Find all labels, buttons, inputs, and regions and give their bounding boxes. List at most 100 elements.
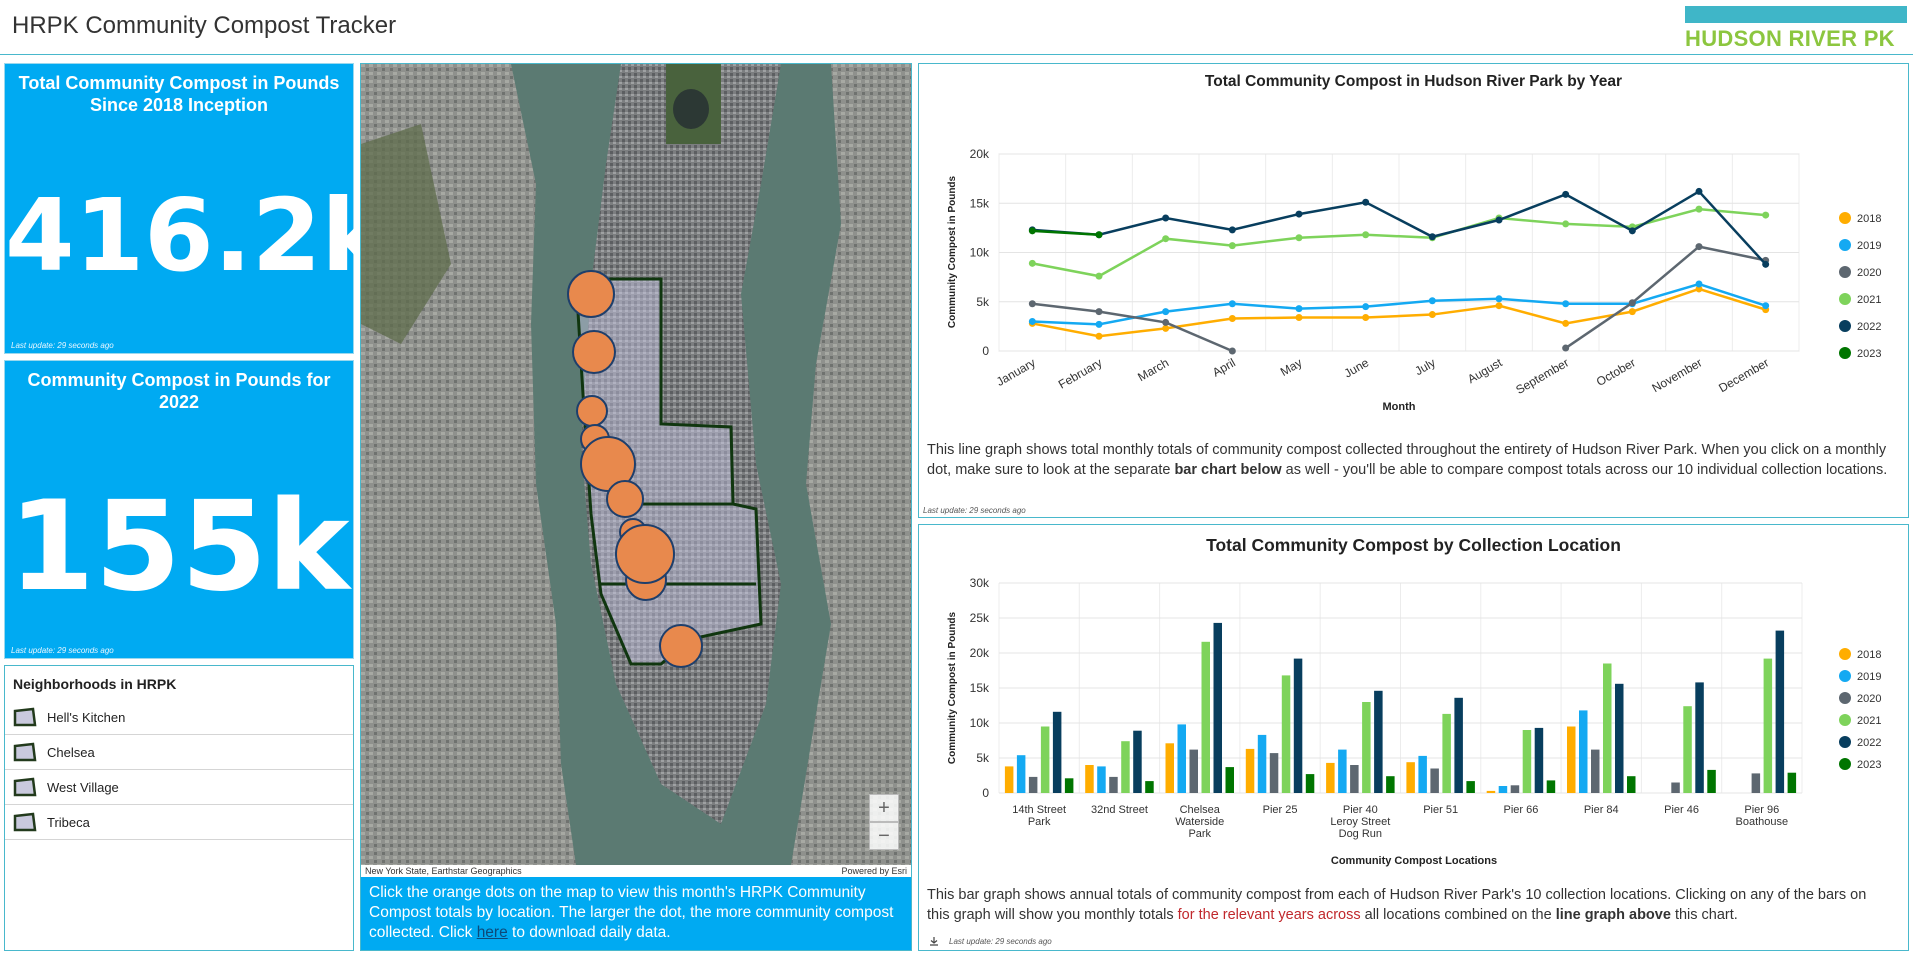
legend-marker-2023[interactable] bbox=[1839, 758, 1851, 770]
hudson-river-park-logo[interactable]: HUDSON RIVER PK bbox=[1685, 6, 1907, 51]
data-point-2022[interactable] bbox=[1495, 216, 1503, 224]
bar-2022[interactable] bbox=[1293, 658, 1303, 793]
neighborhood-item-west-village[interactable]: West Village bbox=[5, 770, 353, 805]
bar-2021[interactable] bbox=[1522, 730, 1532, 793]
zoom-in-button[interactable]: + bbox=[869, 794, 899, 822]
satellite-map[interactable] bbox=[361, 64, 911, 865]
bar-2019[interactable] bbox=[1257, 734, 1267, 793]
bar-2018[interactable] bbox=[1406, 762, 1415, 793]
bar-2018[interactable] bbox=[1326, 762, 1335, 793]
bar-2022[interactable] bbox=[1213, 622, 1223, 793]
bar-2022[interactable] bbox=[1133, 730, 1142, 793]
data-point-2018[interactable] bbox=[1628, 308, 1636, 316]
data-point-2022[interactable] bbox=[1562, 190, 1570, 198]
compost-marker[interactable] bbox=[567, 270, 615, 318]
compost-marker[interactable] bbox=[615, 524, 675, 584]
bar-2021[interactable] bbox=[1201, 641, 1211, 793]
data-point-2021[interactable] bbox=[1028, 259, 1036, 267]
data-point-2022[interactable] bbox=[1695, 187, 1703, 195]
bar-2022[interactable] bbox=[1454, 697, 1463, 793]
bar-2018[interactable] bbox=[1165, 743, 1175, 793]
data-point-2023[interactable] bbox=[1028, 227, 1036, 235]
data-point-2020[interactable] bbox=[1562, 344, 1570, 352]
data-point-2019[interactable] bbox=[1028, 317, 1036, 325]
data-point-2018[interactable] bbox=[1095, 332, 1103, 340]
data-point-2022[interactable] bbox=[1762, 260, 1770, 268]
data-point-2020[interactable] bbox=[1695, 243, 1703, 251]
data-point-2021[interactable] bbox=[1095, 272, 1103, 280]
bar-2019[interactable] bbox=[1498, 786, 1508, 793]
bar-2019[interactable] bbox=[1579, 710, 1588, 793]
bar-2020[interactable] bbox=[1591, 749, 1600, 793]
bar-2021[interactable] bbox=[1683, 706, 1692, 793]
bar-2020[interactable] bbox=[1109, 776, 1118, 793]
legend-marker-2022[interactable] bbox=[1839, 736, 1851, 748]
bar-2020[interactable] bbox=[1430, 768, 1439, 794]
data-point-2019[interactable] bbox=[1295, 305, 1303, 313]
bar-2023[interactable] bbox=[1787, 772, 1797, 793]
bar-2021[interactable] bbox=[1281, 675, 1291, 793]
data-point-2020[interactable] bbox=[1628, 299, 1636, 307]
bar-2023[interactable] bbox=[1466, 781, 1475, 793]
bar-2018[interactable] bbox=[1567, 726, 1576, 794]
legend-marker-2019[interactable] bbox=[1839, 239, 1851, 251]
data-point-2021[interactable] bbox=[1228, 242, 1236, 250]
bar-2022[interactable] bbox=[1775, 630, 1785, 793]
data-point-2021[interactable] bbox=[1562, 220, 1570, 228]
compost-marker[interactable] bbox=[572, 330, 616, 374]
bar-2020[interactable] bbox=[1028, 776, 1038, 793]
legend-marker-2018[interactable] bbox=[1839, 648, 1851, 660]
data-point-2018[interactable] bbox=[1362, 314, 1370, 322]
legend-marker-2020[interactable] bbox=[1839, 266, 1851, 278]
bar-2019[interactable] bbox=[1016, 755, 1026, 793]
bar-2019[interactable] bbox=[1177, 724, 1187, 793]
attribution-esri[interactable]: Powered by Esri bbox=[841, 866, 907, 876]
bar-2022[interactable] bbox=[1052, 711, 1062, 793]
data-point-2022[interactable] bbox=[1295, 210, 1303, 218]
bar-2018[interactable] bbox=[1245, 748, 1255, 793]
bar-2023[interactable] bbox=[1386, 776, 1395, 793]
bar-2021[interactable] bbox=[1121, 741, 1130, 793]
neighborhood-item-hells-kitchen[interactable]: Hell's Kitchen bbox=[5, 700, 353, 735]
bar-2023[interactable] bbox=[1627, 776, 1636, 793]
legend-marker-2019[interactable] bbox=[1839, 670, 1851, 682]
bar-2023[interactable] bbox=[1707, 769, 1716, 793]
bar-2021[interactable] bbox=[1040, 726, 1050, 794]
compost-marker[interactable] bbox=[659, 624, 703, 668]
bar-2023[interactable] bbox=[1064, 778, 1074, 793]
data-point-2020[interactable] bbox=[1028, 300, 1036, 308]
compost-marker[interactable] bbox=[576, 395, 608, 427]
bar-chart[interactable]: 05k10k15k20k25k30k14th StreetPark32nd St… bbox=[919, 525, 1908, 885]
compost-marker[interactable] bbox=[606, 480, 644, 518]
bar-2020[interactable] bbox=[1751, 773, 1761, 793]
bar-2018[interactable] bbox=[1085, 765, 1094, 793]
bar-2020[interactable] bbox=[1510, 785, 1520, 793]
data-point-2022[interactable] bbox=[1628, 227, 1636, 235]
data-point-2021[interactable] bbox=[1362, 231, 1370, 239]
data-point-2020[interactable] bbox=[1228, 347, 1236, 355]
data-point-2018[interactable] bbox=[1228, 314, 1236, 322]
data-point-2020[interactable] bbox=[1095, 308, 1103, 316]
neighborhood-item-tribeca[interactable]: Tribeca bbox=[5, 805, 353, 840]
bar-2021[interactable] bbox=[1362, 702, 1371, 793]
data-point-2022[interactable] bbox=[1428, 233, 1436, 241]
download-data-link[interactable]: here bbox=[477, 924, 508, 941]
bar-2020[interactable] bbox=[1269, 753, 1279, 793]
legend-marker-2020[interactable] bbox=[1839, 692, 1851, 704]
legend-marker-2018[interactable] bbox=[1839, 212, 1851, 224]
legend-marker-2023[interactable] bbox=[1839, 347, 1851, 359]
bar-2020[interactable] bbox=[1350, 765, 1359, 793]
bar-2019[interactable] bbox=[1338, 749, 1347, 793]
data-point-2021[interactable] bbox=[1295, 234, 1303, 242]
data-point-2019[interactable] bbox=[1362, 303, 1370, 311]
data-point-2019[interactable] bbox=[1762, 302, 1770, 310]
bar-2020[interactable] bbox=[1671, 782, 1680, 794]
legend-marker-2021[interactable] bbox=[1839, 293, 1851, 305]
bar-2022[interactable] bbox=[1695, 682, 1704, 793]
download-icon[interactable] bbox=[929, 936, 939, 946]
bar-2022[interactable] bbox=[1534, 727, 1544, 793]
data-point-2018[interactable] bbox=[1495, 302, 1503, 310]
neighborhood-item-chelsea[interactable]: Chelsea bbox=[5, 735, 353, 770]
bar-2023[interactable] bbox=[1546, 780, 1556, 793]
line-chart[interactable]: 0 5k 10k 15k 20k January February March April May… bbox=[919, 64, 1908, 434]
